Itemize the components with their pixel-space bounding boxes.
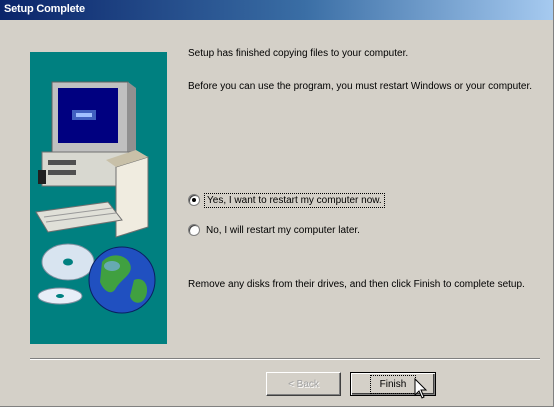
radio-button-unselected[interactable] xyxy=(188,224,200,236)
mouse-pointer-icon xyxy=(414,378,428,399)
computer-cd-globe-illustration xyxy=(35,81,156,314)
radio-button-selected[interactable] xyxy=(188,194,200,206)
restart-now-label[interactable]: Yes, I want to restart my computer now. xyxy=(204,192,385,208)
title-bar[interactable]: Setup Complete xyxy=(0,0,553,20)
finish-button-label: Finish xyxy=(369,374,417,394)
back-button[interactable]: < Back xyxy=(266,372,341,396)
setup-illustration-panel xyxy=(30,52,167,344)
back-button-label: < Back xyxy=(288,378,319,390)
restart-required-message: Before you can use the program, you must… xyxy=(188,81,533,92)
setup-complete-dialog: Setup Complete Setup has finished copyin… xyxy=(0,0,554,407)
restart-now-option[interactable]: Yes, I want to restart my computer now. xyxy=(188,192,385,208)
window-title: Setup Complete xyxy=(4,3,85,15)
restart-later-option[interactable]: No, I will restart my computer later. xyxy=(188,222,360,238)
button-separator xyxy=(30,358,540,360)
remove-disks-message: Remove any disks from their drives, and … xyxy=(188,279,525,290)
restart-later-label[interactable]: No, I will restart my computer later. xyxy=(206,225,360,236)
setup-finished-message: Setup has finished copying files to your… xyxy=(188,48,409,59)
